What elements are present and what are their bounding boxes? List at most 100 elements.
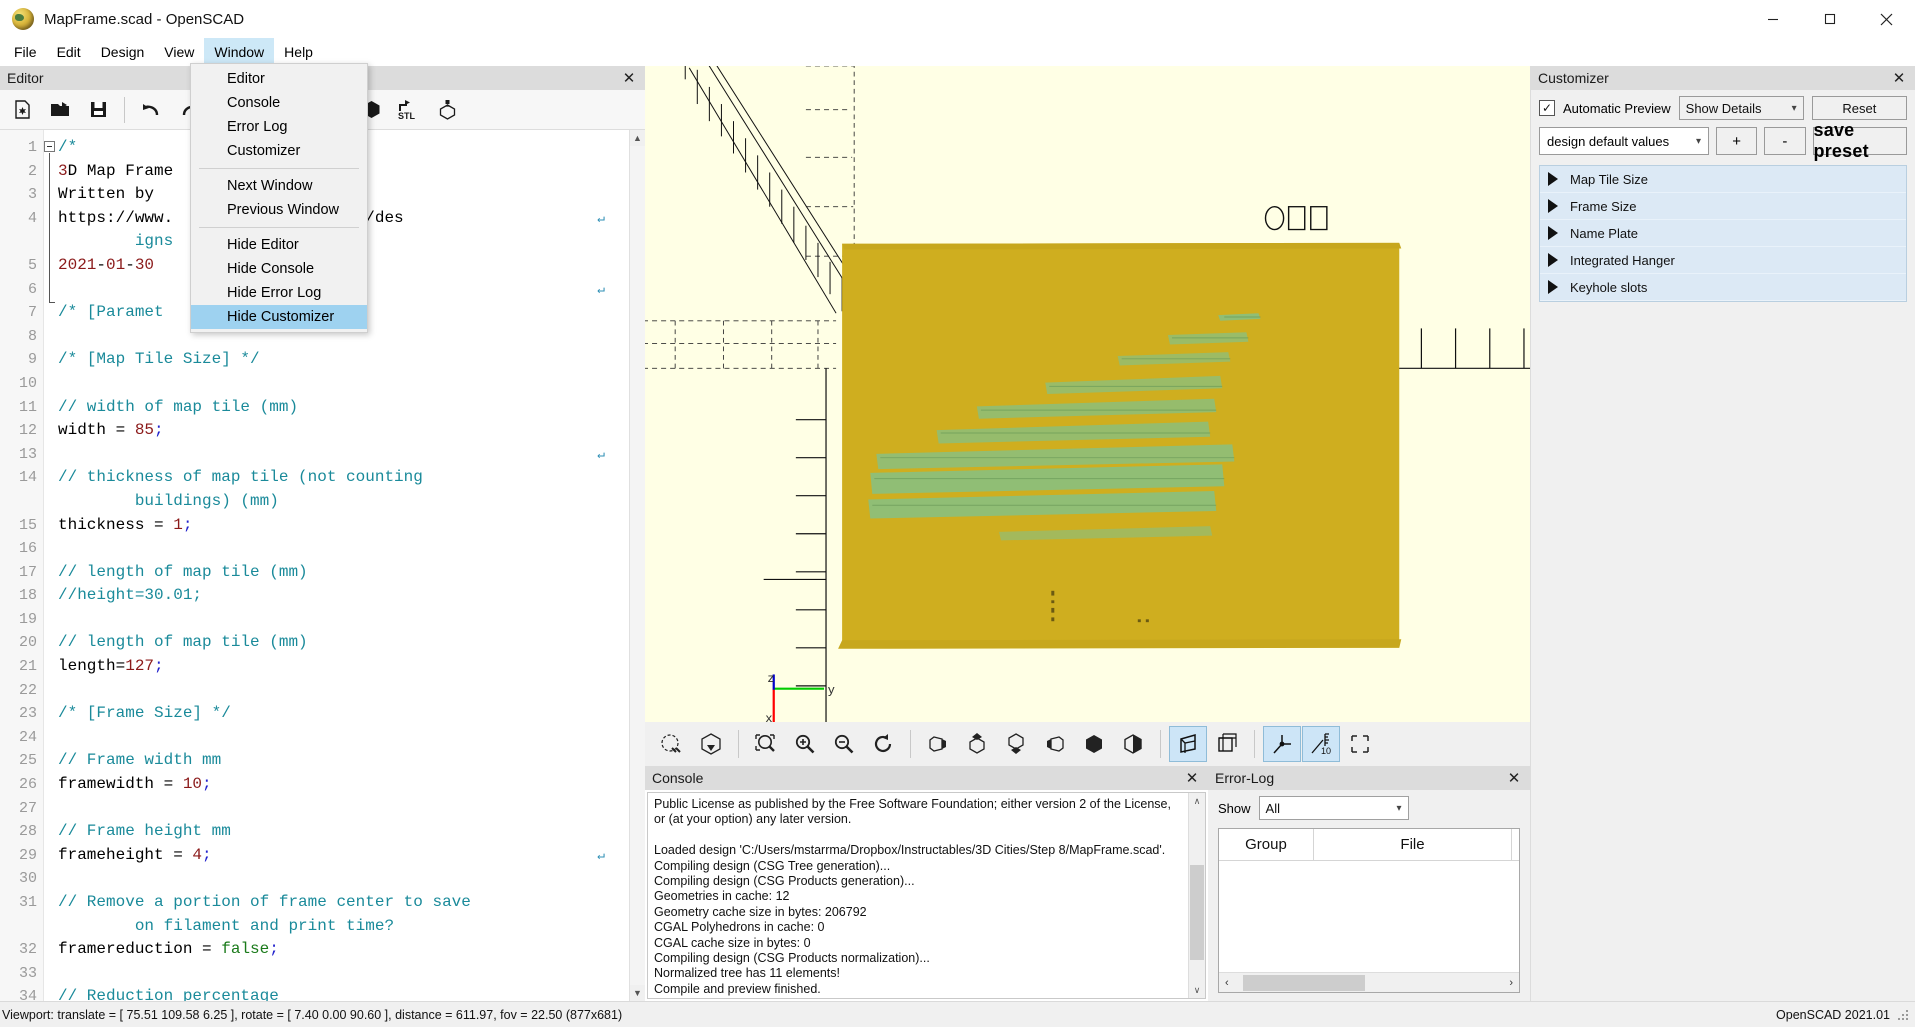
console-scrollbar[interactable]: ∧ ∨	[1188, 793, 1205, 998]
render-icon[interactable]	[692, 726, 730, 762]
code-line[interactable]	[58, 537, 629, 561]
code-line[interactable]: length=127;	[58, 655, 629, 679]
send-to-printer-button[interactable]	[429, 93, 465, 127]
code-line[interactable]: // length of map tile (mm)	[58, 631, 629, 655]
view-bottom-icon[interactable]	[997, 726, 1035, 762]
window-menu-item-error-log[interactable]: Error Log	[191, 115, 367, 139]
window-menu-item-editor[interactable]: Editor	[191, 67, 367, 91]
menu-view[interactable]: View	[154, 38, 204, 66]
code-line[interactable]: /* [Map Tile Size] */	[58, 348, 629, 372]
console-scroll-thumb[interactable]	[1190, 865, 1204, 960]
save-button[interactable]	[80, 93, 116, 127]
window-menu-item-customizer[interactable]: Customizer	[191, 139, 367, 163]
window-menu-item-next-window[interactable]: Next Window	[191, 174, 367, 198]
code-line[interactable]: framewidth = 10;	[58, 773, 629, 797]
code-line[interactable]: // Frame width mm	[58, 749, 629, 773]
menu-window[interactable]: Window	[204, 38, 275, 66]
show-axes-icon[interactable]	[1263, 726, 1301, 762]
customizer-close-icon[interactable]: ✕	[1889, 68, 1909, 88]
expand-triangle-icon[interactable]	[1548, 226, 1558, 240]
orthogonal-icon[interactable]	[1208, 726, 1246, 762]
window-menu-item-hide-console[interactable]: Hide Console	[191, 257, 367, 281]
minimize-button[interactable]	[1744, 0, 1801, 38]
code-line[interactable]: // length of map tile (mm)	[58, 561, 629, 585]
code-line[interactable]	[58, 679, 629, 703]
remove-preset-button[interactable]: -	[1764, 127, 1806, 155]
customizer-group-frame-size[interactable]: Frame Size	[1540, 193, 1906, 220]
customizer-group-map-tile-size[interactable]: Map Tile Size	[1540, 166, 1906, 193]
code-line[interactable]	[58, 962, 629, 986]
error-log-scroll-left-icon[interactable]: ‹	[1221, 977, 1233, 989]
error-log-scroll-right-icon[interactable]: ›	[1505, 977, 1517, 989]
code-line[interactable]: //height=30.01;	[58, 584, 629, 608]
code-line[interactable]	[58, 867, 629, 891]
window-menu-item-hide-editor[interactable]: Hide Editor	[191, 233, 367, 257]
zoom-in-icon[interactable]	[786, 726, 824, 762]
code-line[interactable]: framereduction = false;	[58, 938, 629, 962]
view-front-icon[interactable]	[1075, 726, 1113, 762]
code-line[interactable]	[58, 372, 629, 396]
error-log-filter-select[interactable]: All ▾	[1258, 796, 1409, 820]
error-log-scroll-thumb[interactable]	[1242, 974, 1365, 991]
perspective-icon[interactable]	[1169, 726, 1207, 762]
window-menu-item-previous-window[interactable]: Previous Window	[191, 198, 367, 222]
code-line[interactable]: // Remove a portion of frame center to s…	[58, 891, 629, 915]
code-line[interactable]: frameheight = 4;	[58, 844, 629, 868]
column-header-group[interactable]: Group	[1219, 829, 1314, 860]
code-line[interactable]: // thickness of map tile (not counting	[58, 466, 629, 490]
automatic-preview-checkbox[interactable]: ✓	[1539, 100, 1555, 116]
editor-scroll-down-icon[interactable]: ▼	[630, 985, 645, 1001]
code-line[interactable]: on filament and print time?	[58, 915, 629, 939]
menu-help[interactable]: Help	[274, 38, 323, 66]
window-menu-item-hide-customizer[interactable]: Hide Customizer	[191, 305, 367, 329]
code-line[interactable]: buildings) (mm)	[58, 490, 629, 514]
view-top-icon[interactable]	[958, 726, 996, 762]
console-scroll-up-icon[interactable]: ∧	[1189, 793, 1205, 809]
menu-file[interactable]: File	[4, 38, 47, 66]
error-log-hscrollbar[interactable]: ‹ ›	[1219, 972, 1519, 992]
add-preset-button[interactable]: +	[1716, 127, 1758, 155]
view-left-icon[interactable]	[1036, 726, 1074, 762]
code-line[interactable]	[58, 726, 629, 750]
close-button[interactable]	[1858, 0, 1915, 38]
reset-button[interactable]: Reset	[1811, 96, 1907, 120]
save-preset-button[interactable]: save preset	[1812, 120, 1907, 161]
show-scale-markers-icon[interactable]: 10	[1302, 726, 1340, 762]
show-edges-icon[interactable]	[1341, 726, 1379, 762]
code-line[interactable]	[58, 608, 629, 632]
window-menu-item-console[interactable]: Console	[191, 91, 367, 115]
open-folder-button[interactable]	[42, 93, 78, 127]
code-line[interactable]	[58, 443, 629, 467]
code-line[interactable]: // Frame height mm	[58, 820, 629, 844]
error-log-close-icon[interactable]: ✕	[1504, 768, 1524, 788]
expand-triangle-icon[interactable]	[1548, 253, 1558, 267]
code-line[interactable]: thickness = 1;	[58, 514, 629, 538]
menu-design[interactable]: Design	[91, 38, 155, 66]
console-scroll-down-icon[interactable]: ∨	[1189, 982, 1205, 998]
view-right-icon[interactable]	[919, 726, 957, 762]
code-line[interactable]: width = 85;	[58, 419, 629, 443]
preset-select[interactable]: design default values ▾	[1539, 127, 1709, 155]
expand-triangle-icon[interactable]	[1548, 199, 1558, 213]
resize-grip-icon[interactable]	[1897, 1008, 1909, 1021]
customizer-group-name-plate[interactable]: Name Plate	[1540, 220, 1906, 247]
detail-level-select[interactable]: Show Details ▾	[1678, 96, 1804, 120]
zoom-all-icon[interactable]	[747, 726, 785, 762]
expand-triangle-icon[interactable]	[1548, 280, 1558, 294]
3d-viewport[interactable]: z y x	[645, 66, 1530, 722]
new-document-button[interactable]	[4, 93, 40, 127]
zoom-out-icon[interactable]	[825, 726, 863, 762]
code-line[interactable]: // Reduction percentage	[58, 985, 629, 1001]
editor-close-icon[interactable]: ✕	[619, 68, 639, 88]
reset-view-icon[interactable]	[864, 726, 902, 762]
editor-scroll-up-icon[interactable]: ▲	[630, 130, 645, 146]
code-line[interactable]: // width of map tile (mm)	[58, 396, 629, 420]
code-line[interactable]	[58, 797, 629, 821]
window-menu-item-hide-error-log[interactable]: Hide Error Log	[191, 281, 367, 305]
expand-triangle-icon[interactable]	[1548, 172, 1558, 186]
customizer-group-integrated-hanger[interactable]: Integrated Hanger	[1540, 247, 1906, 274]
undo-button[interactable]	[133, 93, 169, 127]
code-line[interactable]: /* [Frame Size] */	[58, 702, 629, 726]
maximize-button[interactable]	[1801, 0, 1858, 38]
preview-icon[interactable]	[653, 726, 691, 762]
